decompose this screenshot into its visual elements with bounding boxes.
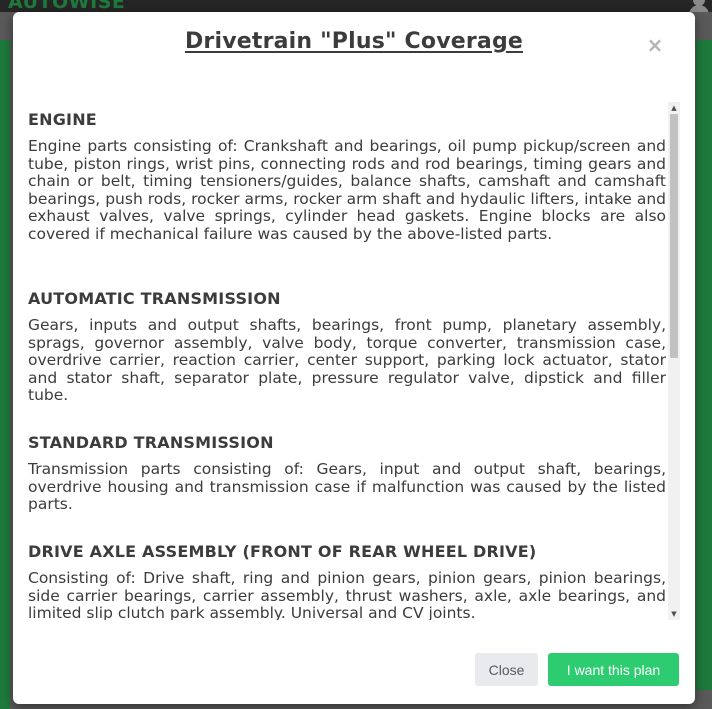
close-icon[interactable]: × xyxy=(645,35,665,55)
background-topbar: AUTOWISE xyxy=(0,0,712,12)
section-body: Consisting of: Drive shaft, ring and pin… xyxy=(28,569,666,620)
section-heading: ENGINE xyxy=(28,110,97,129)
scroll-down-icon[interactable]: ▼ xyxy=(668,608,680,620)
coverage-scroll-area[interactable]: ENGINE Engine parts consisting of: Crank… xyxy=(28,102,680,620)
section-automatic-transmission: AUTOMATIC TRANSMISSION Gears, inputs and… xyxy=(28,289,666,405)
section-heading: DRIVE AXLE ASSEMBLY (FRONT OF REAR WHEEL… xyxy=(28,542,537,561)
section-standard-transmission: STANDARD TRANSMISSION Transmission parts… xyxy=(28,433,666,514)
scrollbar-thumb[interactable] xyxy=(670,114,678,358)
background-left-panel xyxy=(0,40,10,709)
modal-title: Drivetrain "Plus" Coverage xyxy=(184,29,524,54)
section-body: Gears, inputs and output shafts, bearing… xyxy=(28,316,666,404)
section-heading: AUTOMATIC TRANSMISSION xyxy=(28,289,281,308)
coverage-modal: Drivetrain "Plus" Coverage × ENGINE Engi… xyxy=(13,12,695,704)
section-body: Engine parts consisting of: Crankshaft a… xyxy=(28,137,666,243)
section-body: Transmission parts consisting of: Gears,… xyxy=(28,460,666,513)
section-heading: STANDARD TRANSMISSION xyxy=(28,433,274,452)
brand-logo: AUTOWISE xyxy=(8,0,126,12)
user-icon xyxy=(688,0,710,12)
scroll-up-icon[interactable]: ▲ xyxy=(668,102,680,114)
section-engine: ENGINE Engine parts consisting of: Crank… xyxy=(28,110,666,243)
background-right-panel xyxy=(696,40,712,690)
vertical-scrollbar[interactable]: ▲ ▼ xyxy=(668,102,680,620)
close-button[interactable]: Close xyxy=(475,653,538,686)
section-drive-axle: DRIVE AXLE ASSEMBLY (FRONT OF REAR WHEEL… xyxy=(28,542,666,620)
want-plan-button[interactable]: I want this plan xyxy=(548,653,679,686)
